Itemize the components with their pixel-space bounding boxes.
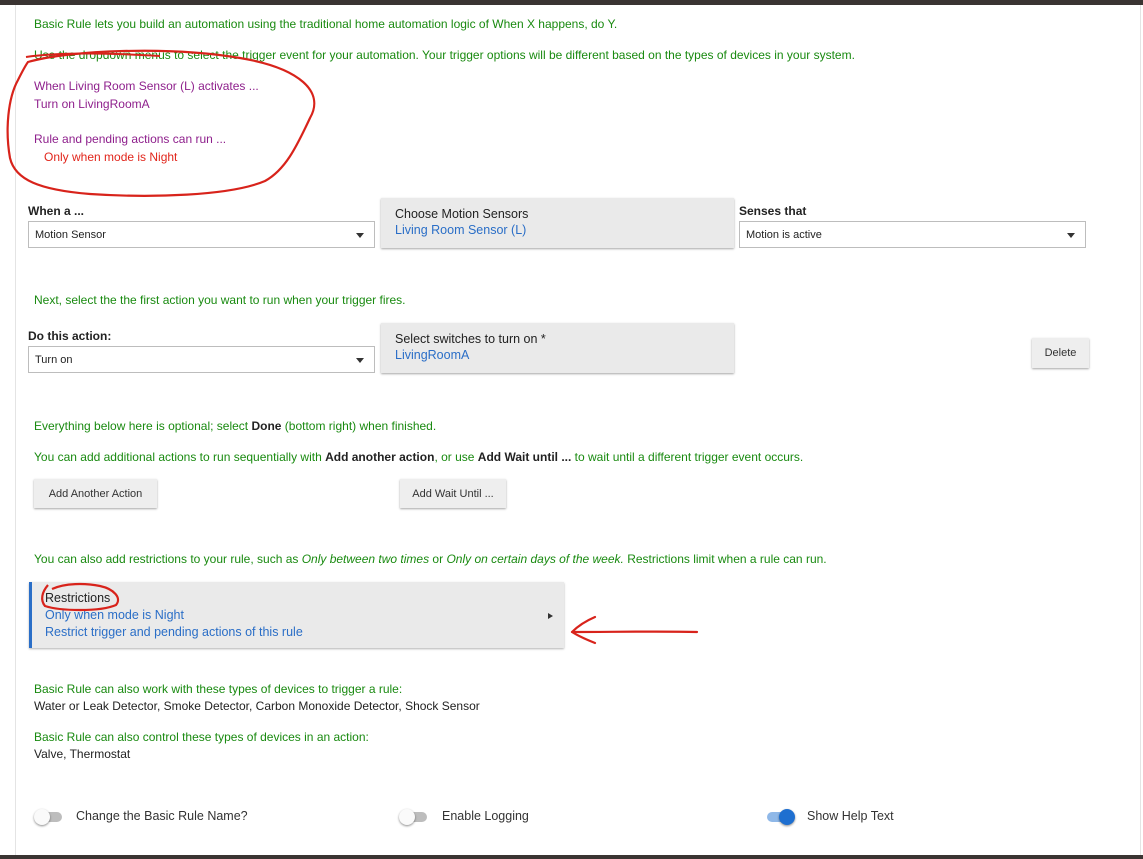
control-devices-title: Basic Rule can also control these types … <box>34 730 369 744</box>
chevron-right-icon <box>548 613 553 619</box>
rename-toggle[interactable] <box>34 809 64 825</box>
rename-toggle-label: Change the Basic Rule Name? <box>76 809 248 823</box>
do-action-label: Do this action: <box>28 329 112 343</box>
left-border <box>15 5 16 855</box>
senses-value: Motion is active <box>746 228 822 241</box>
restrictions-intro: You can also add restrictions to your ru… <box>34 552 827 566</box>
right-border <box>1140 5 1141 855</box>
senses-select[interactable]: Motion is active <box>739 221 1086 248</box>
choose-motion-sensors-value: Living Room Sensor (L) <box>395 223 527 237</box>
bottom-bar <box>0 855 1143 859</box>
action-select[interactable]: Turn on <box>28 346 375 373</box>
select-switches-button[interactable]: Select switches to turn on * LivingRoomA <box>381 323 734 373</box>
chevron-down-icon <box>1067 233 1075 238</box>
choose-motion-sensors-button[interactable]: Choose Motion Sensors Living Room Sensor… <box>381 198 734 248</box>
annotation-circle-summary <box>6 49 316 197</box>
device-type-select[interactable]: Motion Sensor <box>28 221 375 248</box>
toggle-knob <box>399 809 415 825</box>
choose-motion-sensors-title: Choose Motion Sensors <box>395 207 529 221</box>
trigger-devices-title: Basic Rule can also work with these type… <box>34 682 403 696</box>
restrictions-line-1: Only when mode is Night <box>45 608 184 622</box>
annotation-arrow <box>570 615 699 645</box>
restrictions-line-2: Restrict trigger and pending actions of … <box>45 625 303 639</box>
logging-toggle-label: Enable Logging <box>442 809 529 823</box>
select-switches-value: LivingRoomA <box>395 348 470 362</box>
when-label: When a ... <box>28 204 85 218</box>
chevron-down-icon <box>356 233 364 238</box>
optional-text-1: Everything below here is optional; selec… <box>34 419 437 433</box>
select-switches-title: Select switches to turn on * <box>395 332 546 346</box>
summary-trigger: When Living Room Sensor (L) activates ..… <box>34 79 259 93</box>
logging-toggle[interactable] <box>399 809 429 825</box>
intro-text-1: Basic Rule lets you build an automation … <box>34 17 618 31</box>
device-type-value: Motion Sensor <box>35 228 106 241</box>
action-intro: Next, select the the first action you wa… <box>34 293 406 307</box>
help-text-toggle[interactable] <box>765 809 795 825</box>
action-select-value: Turn on <box>35 353 73 366</box>
intro-text-2: Use the dropdown menus to select the tri… <box>34 48 855 62</box>
summary-condition-label: Rule and pending actions can run ... <box>34 132 227 146</box>
delete-button[interactable]: Delete <box>1032 338 1089 368</box>
toggle-knob <box>779 809 795 825</box>
restrictions-button[interactable]: Restrictions Only when mode is Night Res… <box>29 582 564 648</box>
restrictions-title: Restrictions <box>45 591 111 605</box>
add-wait-until-button[interactable]: Add Wait Until ... <box>400 479 506 508</box>
control-devices-list: Valve, Thermostat <box>34 747 131 761</box>
help-text-toggle-label: Show Help Text <box>807 809 894 823</box>
toggle-knob <box>34 809 50 825</box>
optional-text-2: You can add additional actions to run se… <box>34 450 804 464</box>
summary-action: Turn on LivingRoomA <box>34 97 150 111</box>
chevron-down-icon <box>356 358 364 363</box>
top-bar <box>0 0 1143 5</box>
trigger-devices-list: Water or Leak Detector, Smoke Detector, … <box>34 699 480 713</box>
add-another-action-button[interactable]: Add Another Action <box>34 479 157 508</box>
senses-label: Senses that <box>739 204 807 218</box>
summary-condition-value: Only when mode is Night <box>44 150 178 164</box>
